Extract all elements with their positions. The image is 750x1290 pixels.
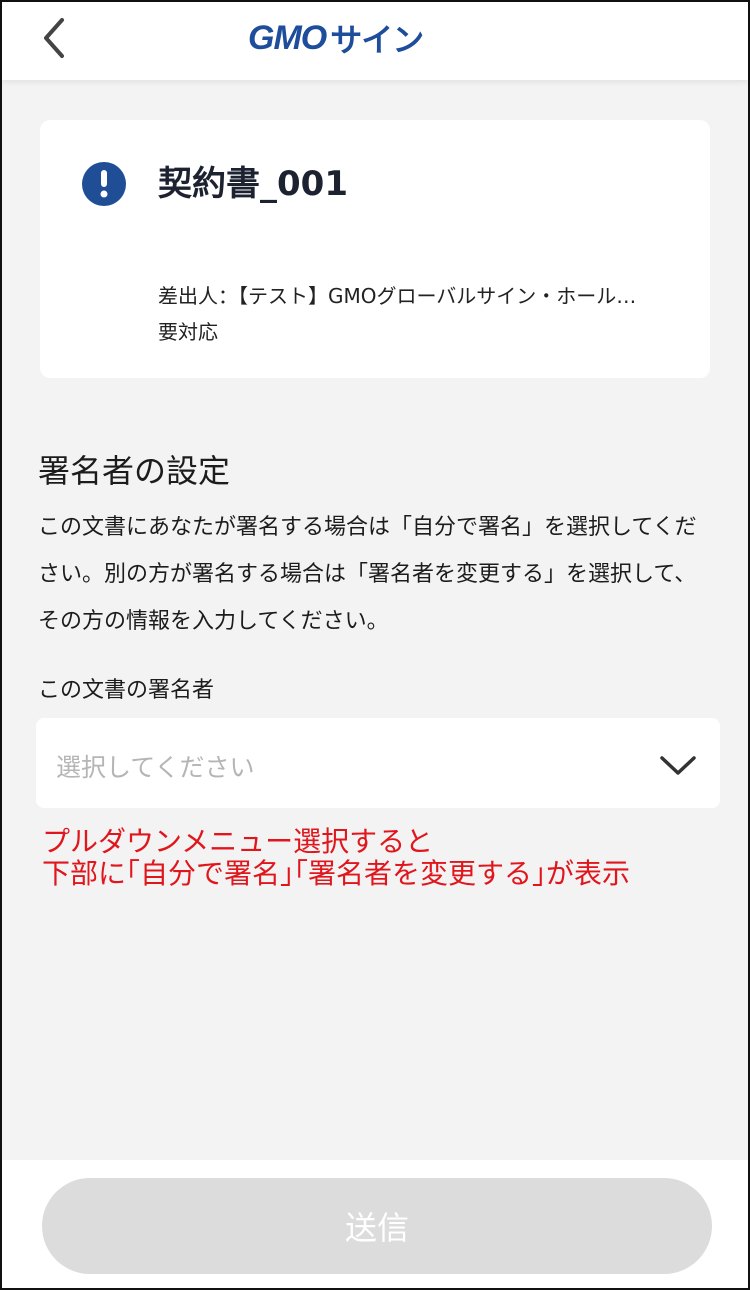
annotation-line-2: 下部に｢自分で署名｣｢署名者を変更する｣が表示 — [42, 857, 631, 890]
logo-gmo-text: GMO — [248, 18, 327, 57]
document-status: 要対応 — [158, 320, 218, 344]
gmo-sign-logo: GMO サイン — [248, 16, 424, 60]
app-header: GMO サイン — [2, 2, 748, 80]
footer-bar: 送信 — [2, 1160, 748, 1288]
signer-select-placeholder: 選択してください — [56, 753, 255, 782]
signer-field-label: この文書の署名者 — [38, 678, 215, 703]
annotation-line-1: プルダウンメニュー選択すると — [42, 825, 434, 858]
chevron-left-icon — [44, 18, 64, 58]
logo-sign-text: サイン — [330, 22, 424, 58]
section-title: 署名者の設定 — [38, 452, 231, 490]
annotation-note: プルダウンメニュー選択すると 下部に｢自分で署名｣｢署名者を変更する｣が表示 — [42, 826, 630, 890]
document-card: 契約書_001 差出人：【テスト】GMOグローバルサイン・ホール… 要対応 — [40, 120, 710, 378]
document-title: 契約書_001 — [158, 164, 348, 204]
signer-select[interactable]: 選択してください — [36, 718, 720, 808]
alert-circle-icon — [82, 162, 126, 206]
send-button[interactable]: 送信 — [42, 1178, 712, 1274]
back-button[interactable] — [30, 14, 78, 62]
section-description: この文書にあなたが署名する場合は「自分で署名」を選択してください。別の方が署名す… — [38, 515, 697, 634]
document-sender: 差出人：【テスト】GMOグローバルサイン・ホール… — [158, 284, 637, 308]
chevron-down-icon — [660, 756, 696, 775]
